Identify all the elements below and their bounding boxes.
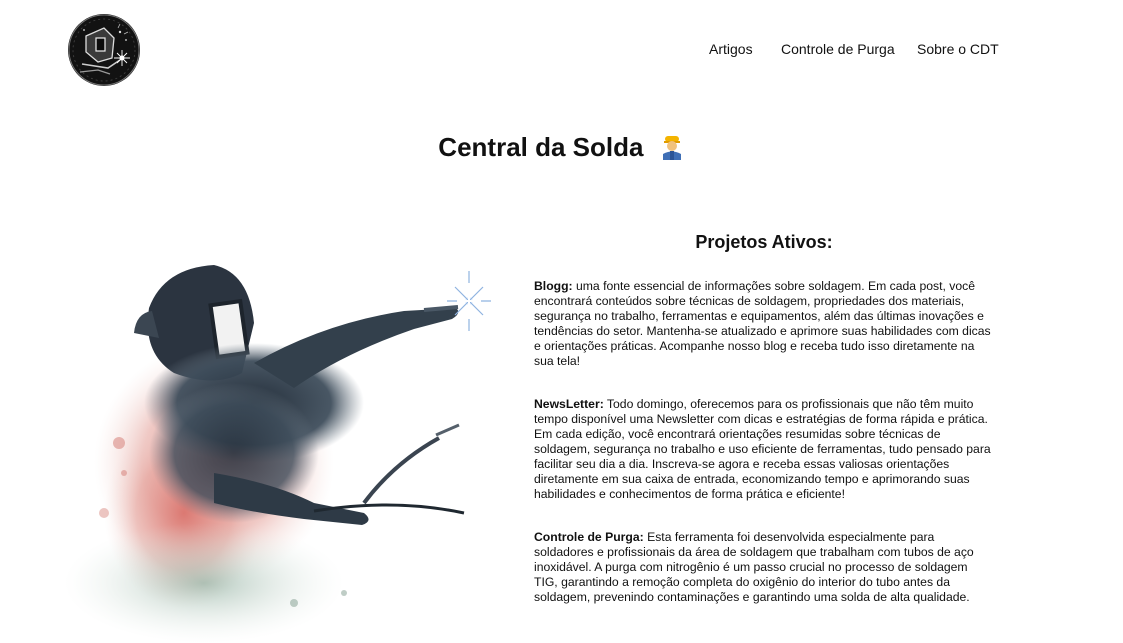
welder-watercolor-image — [64, 213, 522, 643]
project-item-blogg: Blogg: uma fonte essencial de informaçõe… — [534, 279, 994, 369]
nav-link-sobre-o-cdt[interactable]: Sobre o CDT — [917, 41, 999, 57]
nav-link-artigos[interactable]: Artigos — [709, 41, 753, 57]
page-title: Central da Solda — [0, 132, 1123, 163]
project-item-text: uma fonte essencial de informações sobre… — [534, 279, 991, 368]
nav-link-controle-de-purga[interactable]: Controle de Purga — [781, 41, 895, 57]
main-nav: Artigos Controle de Purga Sobre o CDT — [0, 41, 1123, 61]
projects-title: Projetos Ativos: — [695, 232, 833, 252]
project-item-controle-de-purga: Controle de Purga: Esta ferramenta foi d… — [534, 530, 994, 605]
page-title-text: Central da Solda — [438, 132, 644, 162]
worker-icon — [659, 134, 685, 160]
project-item-name: Blogg: — [534, 279, 573, 293]
project-item-name: NewsLetter: — [534, 397, 604, 411]
project-item-text: Todo domingo, oferecemos para os profiss… — [534, 397, 991, 501]
project-item-name: Controle de Purga: — [534, 530, 644, 544]
projects-section: Projetos Ativos: Blogg: uma fonte essenc… — [534, 232, 994, 633]
project-item-newsletter: NewsLetter: Todo domingo, oferecemos par… — [534, 397, 994, 502]
